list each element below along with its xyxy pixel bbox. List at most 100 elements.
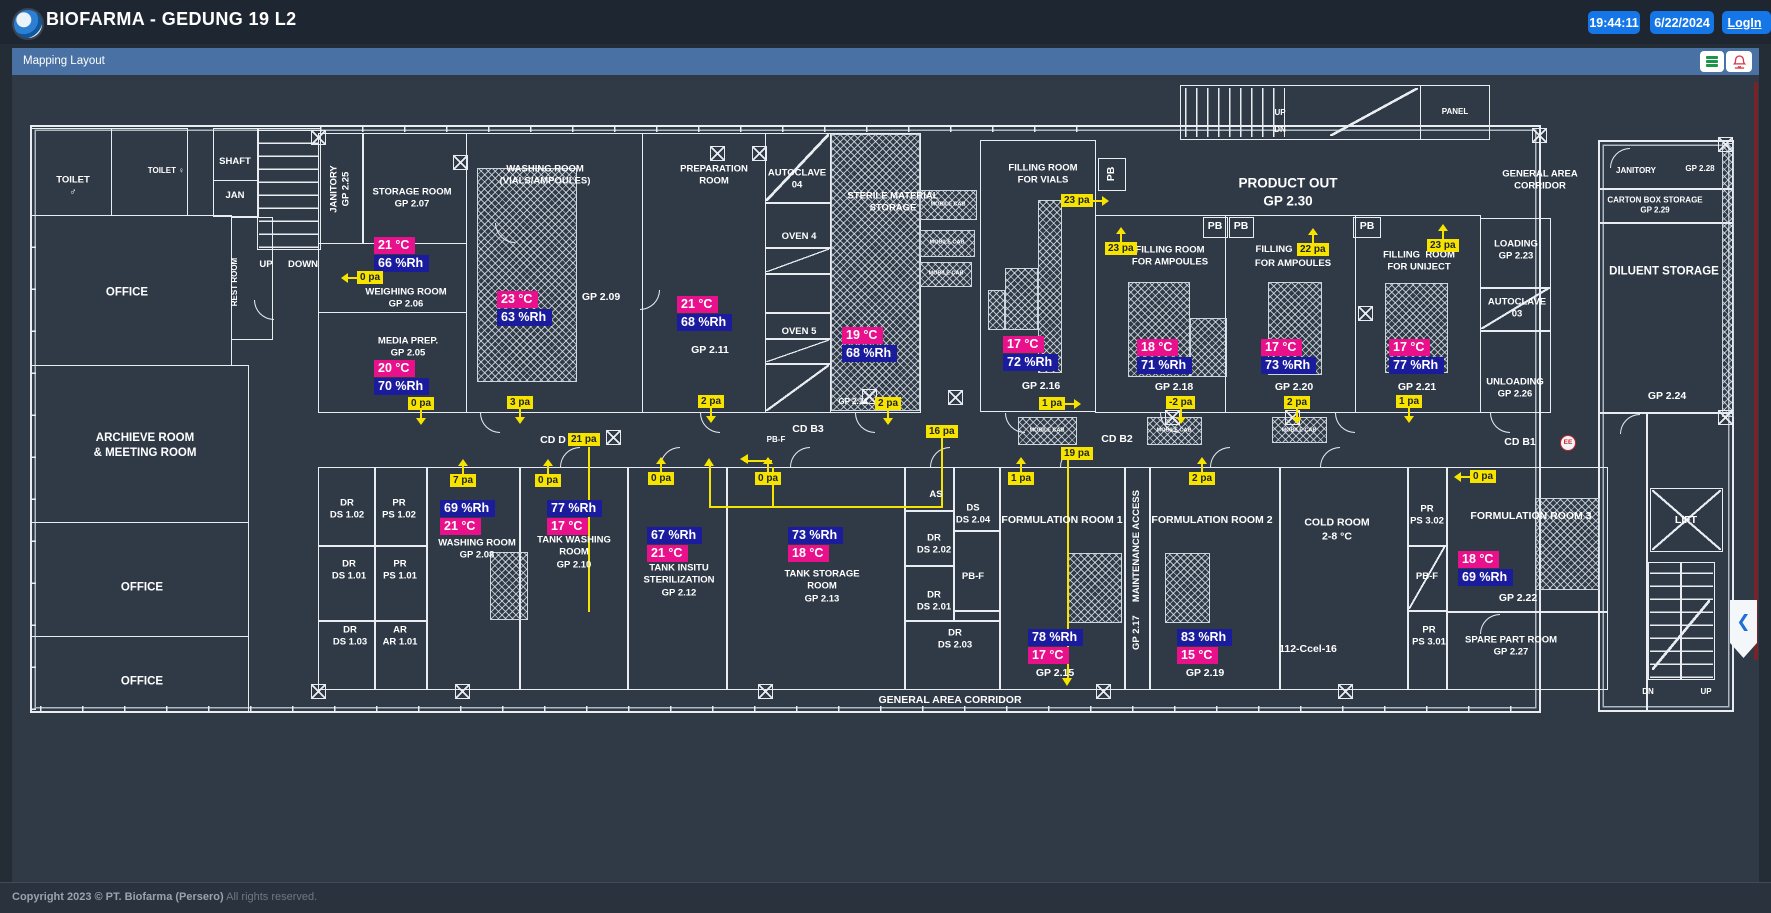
sensor-washing-vials-gp-2-09[interactable]: 23 °C63 %Rh xyxy=(497,291,552,327)
room-label-up-top-left: UP xyxy=(259,259,272,271)
pressure-arrow-up xyxy=(1020,463,1022,472)
diagonal-line xyxy=(766,340,829,362)
humidity-value: 78 %Rh xyxy=(1028,629,1083,646)
room-label-pb-4: PB xyxy=(1360,220,1375,234)
pressure-arrow-right xyxy=(1065,403,1074,405)
humidity-value: 83 %Rh xyxy=(1177,629,1232,646)
humidity-value: 63 %Rh xyxy=(497,309,552,326)
sensor-tank-insitu-gp-2-12[interactable]: 67 %Rh21 °C xyxy=(647,527,702,563)
diagonal-line xyxy=(1330,88,1418,136)
room-label-gp-2-24: GP 2.24 xyxy=(1648,390,1686,404)
wall-line xyxy=(318,545,427,547)
pressure-label-21: 1 pa xyxy=(1008,472,1034,485)
sensor-media-prep-gp-2-05[interactable]: 20 °C70 %Rh xyxy=(374,360,429,396)
wall xyxy=(30,522,249,637)
room-label-jan: JAN xyxy=(225,190,244,202)
wall-line xyxy=(905,620,1000,622)
sensor-filling-ampoules-gp-2-18[interactable]: 18 °C71 %Rh xyxy=(1137,339,1192,375)
room-label-cd-d: CD D xyxy=(540,434,566,448)
airflow-line xyxy=(710,506,942,508)
sensor-formulation-1-gp-2-15[interactable]: 78 %Rh17 °C xyxy=(1028,629,1083,665)
room-label-autoclave-04: AUTOCLAVE04 xyxy=(768,168,826,193)
room-label-lift: LIFT xyxy=(1675,514,1697,528)
pressure-arrow-down xyxy=(1180,409,1182,418)
wall-line xyxy=(1598,412,1734,414)
pressure-label-16: 19 pa xyxy=(1061,447,1093,460)
room-label-cd-b3: CD B3 xyxy=(792,423,824,437)
room-label-mobile-cab-3: MOBILE CAB xyxy=(929,270,964,277)
sensor-formulation-2-gp-2-19[interactable]: 83 %Rh15 °C xyxy=(1177,629,1232,665)
humidity-value: 77 %Rh xyxy=(1389,357,1444,374)
room-label-filling-room-vials: FILLING ROOMFOR VIALS xyxy=(1008,163,1077,188)
pressure-label-19: 0 pa xyxy=(648,472,674,485)
wall-line xyxy=(766,202,830,204)
humidity-value: 68 %Rh xyxy=(842,345,897,362)
room-label-general-area-corridor-bottom: GENERAL AREA CORRIDOR xyxy=(878,694,1021,708)
room-label-pr-ps-3-01: PRPS 3.01 xyxy=(1412,625,1446,650)
stairs xyxy=(259,130,319,248)
room-label-pb-vertical: PB xyxy=(1105,167,1119,182)
wall-line xyxy=(953,467,955,620)
humidity-value: 73 %Rh xyxy=(1261,357,1316,374)
temperature-value: 18 °C xyxy=(788,545,829,562)
sensor-sterile-storage-gp-2-14[interactable]: 19 °C68 %Rh xyxy=(842,327,897,363)
room-label-carton-box-gp-2-29: CARTON BOX STORAGEGP 2.29 xyxy=(1607,196,1702,217)
room-label-up-bottom-right: UP xyxy=(1700,687,1711,697)
room-label-cd-b1: CD B1 xyxy=(1504,436,1536,450)
room-label-pr-ps-3-02: PRPS 3.02 xyxy=(1410,504,1444,529)
wall-line xyxy=(1481,330,1550,332)
wall-line xyxy=(905,510,954,512)
airflow-line xyxy=(709,464,711,508)
temperature-value: 23 °C xyxy=(497,291,538,308)
room-label-gp-2-11: GP 2.11 xyxy=(691,344,729,358)
room-label-pr-ps-1-01: PRPS 1.01 xyxy=(383,559,417,584)
wall-ticks xyxy=(320,126,1098,132)
wall-ticks xyxy=(40,706,1538,711)
equipment-hatch xyxy=(831,134,920,411)
room-label-general-area-corridor-right: GENERAL AREACORRIDOR xyxy=(1502,169,1577,194)
room-label-gp-2-15: GP 2.15 xyxy=(1036,667,1074,681)
pressure-label-4: 2 pa xyxy=(698,395,724,408)
pressure-arrow-down xyxy=(519,409,521,418)
wall-line xyxy=(766,273,830,275)
sensor-preparation-gp-2-11[interactable]: 21 °C68 %Rh xyxy=(677,296,732,332)
room-label-gp-2-22: GP 2.22 xyxy=(1499,592,1537,606)
room-label-janitory-gp-2-25: JANITORYGP 2.25 xyxy=(329,165,354,213)
sensor-filling-vials-gp-2-16[interactable]: 17 °C72 %Rh xyxy=(1003,336,1058,372)
sensor-washing-gp-2-08[interactable]: 69 %Rh21 °C xyxy=(440,500,495,536)
wall-line xyxy=(766,312,830,314)
sensor-filling-ampoules-gp-2-20[interactable]: 17 °C73 %Rh xyxy=(1261,339,1316,375)
room-label-dr-ds-1-01: DRDS 1.01 xyxy=(332,559,366,584)
sensor-tank-washing-gp-2-10[interactable]: 77 %Rh17 °C xyxy=(547,500,602,536)
pressure-arrow-down xyxy=(1408,408,1410,417)
airflow-arrow xyxy=(735,454,748,464)
pressure-arrow-up xyxy=(660,463,662,472)
humidity-value: 68 %Rh xyxy=(677,314,732,331)
room-label-pb-2: PB xyxy=(1208,220,1223,234)
pressure-arrow-down xyxy=(710,408,712,417)
stairs xyxy=(1185,88,1285,137)
room-label-gp-2-09: GP 2.09 xyxy=(582,291,620,305)
wall-line xyxy=(1408,610,1447,612)
pressure-label-20: 0 pa xyxy=(755,472,781,485)
pressure-label-2: 3 pa xyxy=(507,396,533,409)
room-label-loading-gp-2-23: LOADINGGP 2.23 xyxy=(1494,239,1538,264)
temperature-value: 17 °C xyxy=(1028,647,1069,664)
room-label-mobile-cab-corridor-1: MOBILE CAB xyxy=(1030,427,1065,434)
room-label-cold-room: COLD ROOM2-8 °C xyxy=(1304,516,1369,543)
junction-marker xyxy=(606,430,621,445)
sensor-filling-uniject-gp-2-21[interactable]: 17 °C77 %Rh xyxy=(1389,339,1444,375)
wall-line xyxy=(1598,222,1734,224)
junction-marker xyxy=(758,684,773,699)
sensor-formulation-3-gp-2-22[interactable]: 18 °C69 %Rh xyxy=(1458,551,1513,587)
room-label-pb-f-right: PB-F xyxy=(1416,571,1438,583)
room-label-unloading-gp-2-26: UNLOADINGGP 2.26 xyxy=(1486,377,1544,402)
sensor-tank-storage-gp-2-13[interactable]: 73 %Rh18 °C xyxy=(788,527,843,563)
sensor-weighing-room[interactable]: 21 °C66 %Rh xyxy=(374,237,429,273)
pressure-label-12: 2 pa xyxy=(1284,396,1310,409)
room-label-oven-5: OVEN 5 xyxy=(782,326,817,338)
room-label-dn-bottom-right: DN xyxy=(1642,687,1654,697)
pressure-label-5: 2 pa xyxy=(875,397,901,410)
room-label-spare-part-room: SPARE PART ROOMGP 2.27 xyxy=(1465,635,1557,660)
room-label-media-prep-gp-2-05: MEDIA PREP.GP 2.05 xyxy=(378,336,438,361)
